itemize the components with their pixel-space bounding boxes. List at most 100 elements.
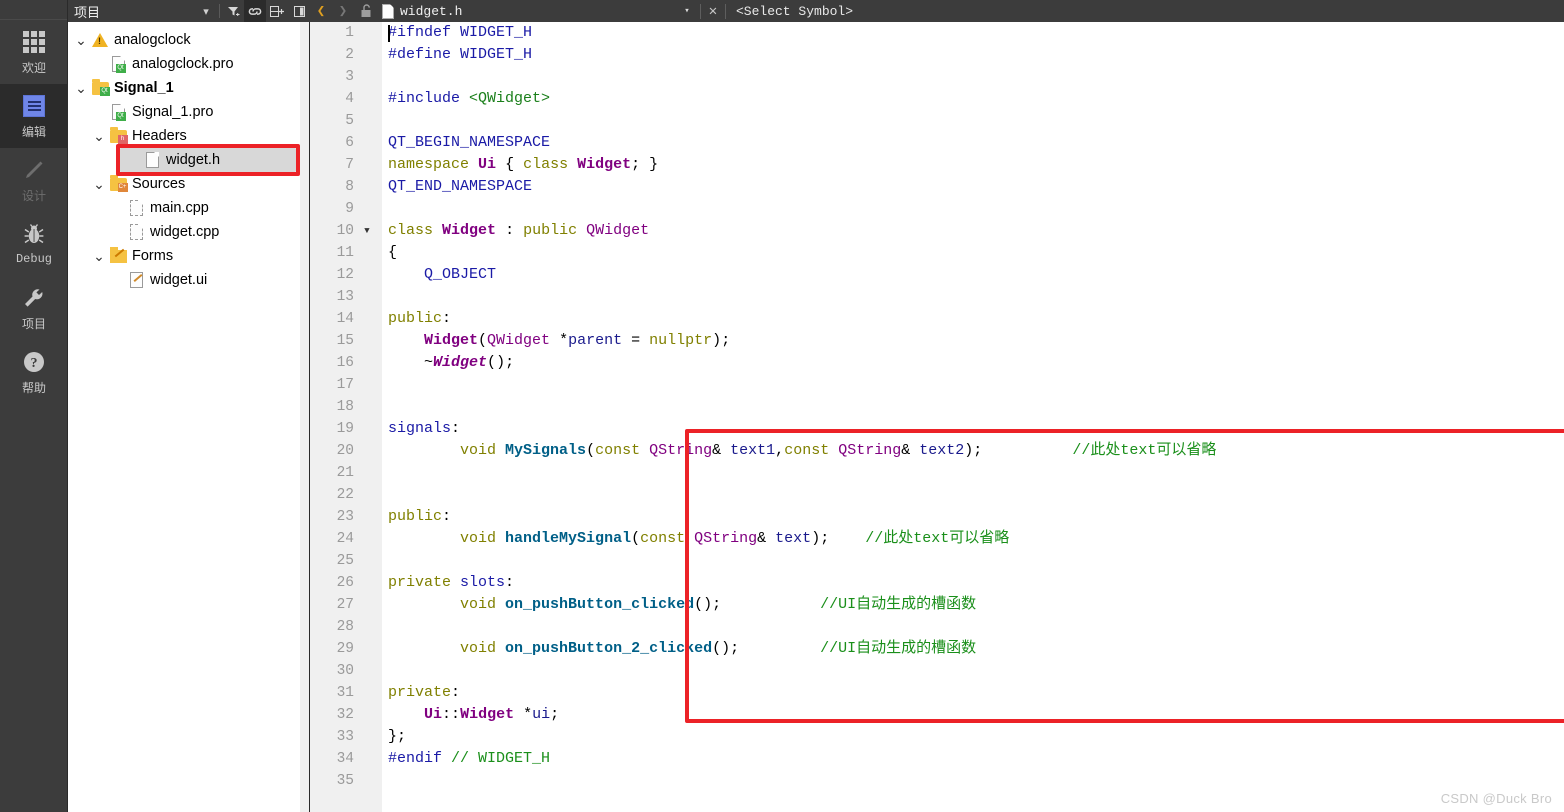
project-panel-scrollbar[interactable] [300,22,309,812]
code-line[interactable]: QT_BEGIN_NAMESPACE [388,132,1564,154]
dropdown-chevron-icon[interactable]: ▾ [195,0,217,22]
code-line[interactable]: { [388,242,1564,264]
code-line[interactable]: private: [388,682,1564,704]
project-tree[interactable]: ⌄analogclockQtanalogclock.pro⌄QtSignal_1… [68,22,310,812]
activity-item-welcome[interactable]: 欢迎 [0,20,68,84]
tree-item-signal-1[interactable]: ⌄ Qt Signal_1 [68,76,310,100]
line-number-value: 1 [345,25,354,41]
code-text[interactable]: #ifndef WIDGET_H #define WIDGET_H #includ… [382,22,1564,812]
tree-item-sources[interactable]: ⌄ C+ Sources [68,172,310,196]
code-line[interactable]: #ifndef WIDGET_H [388,22,1564,44]
tree-item-label: analogclock [114,32,191,48]
chevron-down-icon[interactable]: ⌄ [72,33,90,47]
tree-item-signal-1-pro[interactable]: Qt Signal_1.pro [68,100,310,124]
code-line[interactable]: Widget(QWidget *parent = nullptr); [388,330,1564,352]
unlocked-padlock-icon[interactable] [354,0,378,22]
code-line[interactable] [388,550,1564,572]
code-line[interactable]: namespace Ui { class Widget; } [388,154,1564,176]
code-line[interactable]: public: [388,308,1564,330]
file-dropdown-chevron-icon[interactable]: ▾ [678,6,696,16]
activity-item-projects[interactable]: 项目 [0,276,68,340]
collapse-panel-icon[interactable] [288,0,310,22]
line-number: 10 ▼ [310,220,382,242]
tree-item-widget-cpp[interactable]: widget.cpp [68,220,310,244]
code-line[interactable]: signals: [388,418,1564,440]
code-line[interactable] [388,110,1564,132]
code-line[interactable]: }; [388,726,1564,748]
close-file-icon[interactable]: ✕ [705,3,721,20]
code-line[interactable]: class Widget : public QWidget [388,220,1564,242]
navigate-forward-icon[interactable]: ❯ [332,0,354,22]
cpp-folder-icon: C+ [108,174,128,192]
open-file-selector[interactable]: widget.h [378,0,678,22]
code-line[interactable] [388,484,1564,506]
tree-item-label: analogclock.pro [132,56,234,72]
code-line[interactable]: Q_OBJECT [388,264,1564,286]
line-number: 31 [310,682,382,704]
code-line[interactable] [388,616,1564,638]
code-line[interactable] [388,462,1564,484]
code-line[interactable] [388,198,1564,220]
chevron-down-icon[interactable]: ⌄ [90,249,108,263]
activity-item-design[interactable]: 设计 [0,148,68,212]
chevron-down-icon[interactable]: ⌄ [90,177,108,191]
split-add-icon[interactable] [266,0,288,22]
qt-creator-window: 欢迎 编辑 设计 Debug 项目 ? 帮助 项目 ▾ ⌄ ! analogcl… [0,0,1564,812]
activity-item-projects-label: 项目 [21,316,46,331]
code-line[interactable] [388,396,1564,418]
line-number: 14 [310,308,382,330]
tree-item-label: Signal_1.pro [132,104,214,120]
tree-item-analogclock-pro[interactable]: Qt analogclock.pro [68,52,310,76]
line-number-value: 17 [336,377,354,393]
activity-item-debug[interactable]: Debug [0,212,68,276]
code-line[interactable]: Ui::Widget *ui; [388,704,1564,726]
tree-item-label: Sources [132,176,186,192]
line-number: 35 [310,770,382,792]
navigate-back-icon[interactable]: ❮ [310,0,332,22]
line-number-value: 15 [336,333,354,349]
code-line[interactable]: QT_END_NAMESPACE [388,176,1564,198]
tree-item-widget-ui[interactable]: widget.ui [68,268,310,292]
code-line[interactable]: void on_pushButton_2_clicked(); //UI自动生成… [388,638,1564,660]
line-number: 29 [310,638,382,660]
code-line[interactable]: public: [388,506,1564,528]
pro-file-icon: Qt [108,104,128,121]
line-number-value: 10 [336,223,354,239]
code-line[interactable]: private slots: [388,572,1564,594]
project-panel-header: 项目 ▾ [68,0,310,22]
code-line[interactable] [388,770,1564,792]
line-number: 6 [310,132,382,154]
code-line[interactable]: void on_pushButton_clicked(); //UI自动生成的槽… [388,594,1564,616]
tree-item-main-cpp[interactable]: main.cpp [68,196,310,220]
activity-item-help[interactable]: ? 帮助 [0,340,68,404]
code-line[interactable]: #endif // WIDGET_H [388,748,1564,770]
tree-item-analogclock[interactable]: ⌄ analogclock [68,28,310,52]
line-number: 11 [310,242,382,264]
activity-item-edit[interactable]: 编辑 [0,84,68,148]
code-line[interactable]: #define WIDGET_H [388,44,1564,66]
line-number-value: 29 [336,641,354,657]
code-line[interactable] [388,374,1564,396]
toolbar-separator-1 [219,4,220,18]
link-sync-icon[interactable] [244,0,266,22]
fold-marker-icon[interactable]: ▼ [356,226,378,236]
code-line[interactable] [388,286,1564,308]
code-line[interactable]: void handleMySignal(const QString& text)… [388,528,1564,550]
tree-item-label: Forms [132,248,174,264]
project-panel-title: 项目 [74,4,101,20]
code-line[interactable]: void MySignals(const QString& text1,cons… [388,440,1564,462]
tree-item-headers[interactable]: ⌄ h Headers [68,124,310,148]
watermark-label: CSDN @Duck Bro [1440,791,1552,806]
code-line[interactable] [388,660,1564,682]
code-line[interactable]: ~Widget(); [388,352,1564,374]
tree-item-widget-h[interactable]: widget.h [120,148,296,172]
line-number-value: 5 [345,113,354,129]
symbol-selector[interactable]: <Select Symbol> [736,4,853,19]
chevron-down-icon[interactable]: ⌄ [72,81,90,95]
filter-icon[interactable] [222,0,244,22]
code-line[interactable] [388,66,1564,88]
tree-item-forms[interactable]: ⌄ Forms [68,244,310,268]
chevron-down-icon[interactable]: ⌄ [90,129,108,143]
code-line[interactable]: #include <QWidget> [388,88,1564,110]
activity-item-welcome-label: 欢迎 [21,60,46,75]
